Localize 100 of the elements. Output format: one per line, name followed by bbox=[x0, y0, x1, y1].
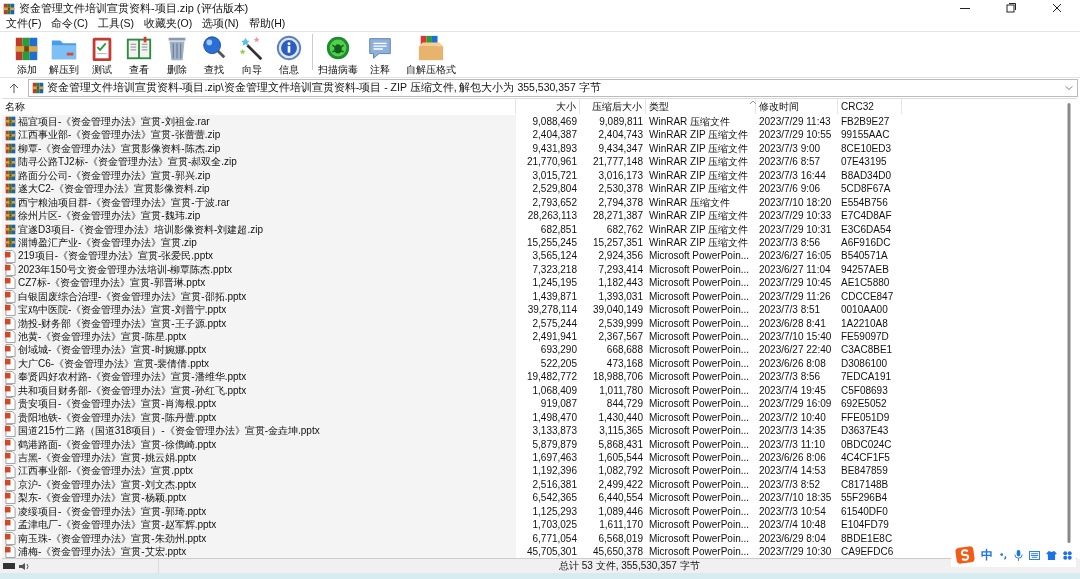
file-type: WinRAR ZIP 压缩文件 bbox=[648, 155, 750, 169]
toolbar-button[interactable]: 向导 bbox=[233, 34, 271, 77]
file-size: 1,192,396 bbox=[531, 464, 578, 478]
modified-time: 2023/7/3 11:10 bbox=[758, 437, 826, 451]
crc-value: B8AD34D0 bbox=[840, 168, 893, 183]
modified-time: 2023/7/10 18:20 bbox=[758, 195, 833, 210]
file-size: 3,565,124 bbox=[531, 249, 578, 263]
menu-item[interactable]: 选项(N) bbox=[198, 17, 245, 31]
file-type: Microsoft PowerPoin... bbox=[648, 383, 751, 398]
column-header[interactable]: CRC32 bbox=[838, 99, 902, 114]
file-name[interactable]: 江西事业部-《资金管理办法》宣贯.pptx bbox=[2, 464, 516, 478]
file-name[interactable]: 219项目-《资金管理办法》宣贯-张爱民.pptx bbox=[2, 249, 516, 263]
file-name[interactable]: 奉贤四好农村路-《资金管理办法》宣贯-潘维华.pptx bbox=[2, 370, 516, 384]
packed-size: 1,082,792 bbox=[597, 464, 644, 478]
file-name[interactable]: 孟津电厂-《资金管理办法》宣贯-赵军辉.pptx bbox=[2, 518, 516, 532]
packed-size: 2,539,999 bbox=[597, 316, 644, 330]
column-header[interactable]: 压缩后大小 bbox=[580, 99, 646, 114]
file-type: WinRAR ZIP 压缩文件 bbox=[648, 222, 750, 236]
crc-value: FE59097D bbox=[840, 330, 890, 344]
file-name[interactable]: 遂大C2-《资金管理办法》宣贯影像资料.zip bbox=[2, 182, 516, 196]
crc-value: FFE051D9 bbox=[840, 410, 891, 425]
file-size: 39,278,114 bbox=[526, 303, 578, 317]
file-size: 1,697,463 bbox=[531, 450, 578, 465]
toolbar-button[interactable]: 扫描病毒 bbox=[317, 34, 359, 77]
toolbar-button[interactable]: 解压到 bbox=[45, 34, 83, 77]
menu-item[interactable]: 工具(S) bbox=[94, 17, 140, 31]
packed-size: 9,434,347 bbox=[597, 141, 644, 156]
packed-size: 473,168 bbox=[605, 356, 644, 371]
file-size: 15,255,245 bbox=[525, 235, 578, 250]
packed-size: 6,440,554 bbox=[597, 491, 644, 505]
packed-size: 1,605,544 bbox=[597, 450, 644, 465]
packed-size: 2,794,378 bbox=[597, 195, 644, 210]
menu-item[interactable]: 帮助(H) bbox=[244, 17, 292, 31]
modified-time: 2023/7/29 10:30 bbox=[758, 545, 833, 559]
menu-item[interactable]: 命令(C) bbox=[47, 17, 94, 31]
file-type: Microsoft PowerPoin... bbox=[648, 330, 751, 344]
file-size: 1,498,470 bbox=[531, 410, 578, 425]
crc-value: AE1C5880 bbox=[840, 276, 891, 290]
toolbar-button[interactable]: 查看 bbox=[120, 34, 158, 77]
menu-item[interactable]: 收藏夹(O) bbox=[140, 17, 199, 31]
file-size: 522,205 bbox=[539, 356, 578, 371]
file-type: Microsoft PowerPoin... bbox=[648, 249, 751, 263]
crc-value: C3AC8BE1 bbox=[840, 343, 894, 357]
crc-value: 5CD8F67A bbox=[840, 182, 892, 196]
toolbar-button[interactable]: 测试 bbox=[83, 34, 121, 77]
packed-size: 39,040,149 bbox=[591, 303, 644, 317]
file-type: WinRAR ZIP 压缩文件 bbox=[648, 235, 750, 250]
toolbar-button[interactable]: 自解压格式 bbox=[401, 34, 461, 77]
column-header[interactable]: 修改时间 bbox=[756, 99, 838, 114]
file-size: 2,575,244 bbox=[531, 316, 578, 330]
crc-value: 8BDE1E8C bbox=[840, 531, 894, 545]
toolbar-button[interactable]: 删除 bbox=[158, 34, 196, 77]
file-name[interactable]: 徐州片区-《资金管理办法》宣贯-魏玮.zip bbox=[2, 209, 516, 223]
column-header[interactable]: 名称 bbox=[2, 99, 516, 114]
file-name[interactable]: 宝鸡中医院-《资金管理办法》宣贯-刘普宁.pptx bbox=[2, 303, 516, 317]
ime-mode-label[interactable]: 中 bbox=[981, 546, 993, 564]
file-size: 3,015,721 bbox=[531, 168, 578, 183]
crc-value: FB2B9E27 bbox=[840, 115, 891, 129]
file-name[interactable]: 国道215竹二路（国道318项目）-《资金管理办法》宣贯-金垚坤.pptx bbox=[2, 424, 516, 438]
crc-value: 61540DF0 bbox=[840, 504, 889, 519]
column-header[interactable]: 大小 bbox=[516, 99, 580, 114]
file-name[interactable]: 创域城-《资金管理办法》宣贯-时婉娜.pptx bbox=[2, 343, 516, 357]
file-name[interactable]: 浦梅-《资金管理办法》宣贯-艾宏.pptx bbox=[2, 545, 516, 559]
toolbar-button[interactable]: 查找 bbox=[195, 34, 233, 77]
file-size: 2,529,804 bbox=[531, 182, 578, 196]
address-field[interactable]: 资金管理文件培训宣贯资料-项目.zip\资金管理文件培训宣贯资料-项目 - ZIP 压缩文件, 解包大小为 355,530,357 字节 bbox=[28, 79, 1078, 97]
file-name[interactable]: 陆寻公路TJ2标-《资金管理办法》宣贯-郝双全.zip bbox=[2, 155, 516, 169]
toolbar-button[interactable]: 注释 bbox=[359, 34, 401, 77]
file-type: WinRAR ZIP 压缩文件 bbox=[648, 168, 750, 183]
modified-time: 2023/6/28 8:41 bbox=[758, 316, 827, 330]
file-type: WinRAR 压缩文件 bbox=[648, 195, 732, 210]
crc-value: B540571A bbox=[840, 249, 889, 263]
file-size: 6,771,054 bbox=[531, 531, 578, 545]
crc-value: D3086100 bbox=[840, 356, 889, 371]
packed-size: 2,499,422 bbox=[597, 477, 644, 492]
column-header[interactable]: 类型 bbox=[646, 99, 756, 114]
file-type: WinRAR ZIP 压缩文件 bbox=[648, 209, 750, 223]
file-type: WinRAR ZIP 压缩文件 bbox=[648, 128, 750, 142]
file-name[interactable]: 江西事业部-《资金管理办法》宣贯-张蕾蕾.zip bbox=[2, 128, 516, 142]
file-type: Microsoft PowerPoin... bbox=[648, 276, 751, 290]
toolbar-button[interactable]: 添加 bbox=[8, 34, 46, 77]
file-size: 919,087 bbox=[539, 397, 578, 411]
file-name[interactable]: CZ7标-《资金管理办法》宣贯-郭晋琳.pptx bbox=[2, 276, 516, 290]
file-size: 5,879,879 bbox=[531, 437, 578, 451]
file-name[interactable]: 梨东-《资金管理办法》宣贯-杨颖.pptx bbox=[2, 491, 516, 505]
packed-size: 682,762 bbox=[605, 222, 644, 236]
modified-time: 2023/7/3 10:54 bbox=[758, 504, 827, 519]
crc-value: 4C4CF1F5 bbox=[840, 450, 891, 465]
modified-time: 2023/6/27 16:05 bbox=[758, 249, 833, 263]
file-name[interactable]: 福宜项目-《资金管理办法》宣贯-刘祖金.rar bbox=[2, 115, 516, 129]
packed-size: 1,011,780 bbox=[598, 383, 644, 398]
file-size: 1,125,293 bbox=[531, 504, 578, 519]
modified-time: 2023/7/3 8:56 bbox=[758, 370, 822, 384]
toolbar-button[interactable]: 信息 bbox=[270, 34, 308, 77]
file-name[interactable]: 贵安项目-《资金管理办法》宣贯-肖海根.pptx bbox=[2, 397, 516, 411]
crc-value: 0010AA00 bbox=[840, 303, 889, 317]
file-name[interactable]: 池黄-《资金管理办法》宣贯-陈星.pptx bbox=[2, 330, 516, 344]
menu-item[interactable]: 文件(F) bbox=[2, 17, 48, 31]
packed-size: 3,115,365 bbox=[598, 424, 644, 438]
crc-value: E3C6DA54 bbox=[840, 222, 893, 236]
